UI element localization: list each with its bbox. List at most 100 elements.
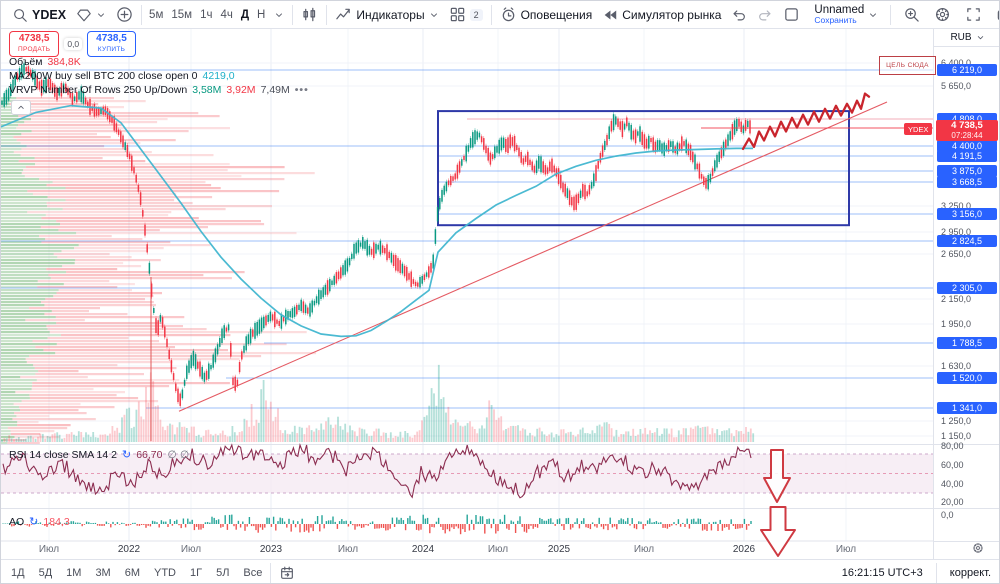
price-level-badge: 1 520,0 <box>937 372 997 384</box>
single-layout-icon <box>785 8 799 21</box>
range-button-YTD[interactable]: YTD <box>154 567 176 579</box>
currency-selector[interactable]: RUB <box>934 29 999 47</box>
price-level-badge: 3 156,0 <box>937 208 997 220</box>
ao-value: 184,3 <box>43 515 70 528</box>
toolbar-right-group: Unnamed Сохранить Торговать Опубликовать <box>778 3 999 27</box>
clock[interactable]: 16:21:15 UTC+3 <box>842 567 923 579</box>
chart-style-button[interactable] <box>296 3 323 27</box>
vrvp-legend[interactable]: VRVP Number Of Rows 250 Up/Down 3,58M 3,… <box>9 84 309 96</box>
ao-label: AO <box>9 515 25 528</box>
timeframe-button-Н[interactable]: Н <box>253 9 269 21</box>
symbol-search-button[interactable]: YDEX <box>7 3 71 27</box>
target-label-drawing[interactable]: ЦЕЛЬ СЮДА <box>879 56 936 75</box>
rsi-sync-icon[interactable]: ↻ <box>122 448 131 461</box>
last-price-symbol-tag: YDEX <box>904 123 933 135</box>
ma-legend[interactable]: MA200W buy sell BTC 200 close open 0 421… <box>9 70 235 82</box>
price-tick: 40,00 <box>941 479 964 489</box>
market-simulator-button[interactable]: Симулятор рынка <box>597 3 726 27</box>
range-button-Все[interactable]: Все <box>243 567 262 579</box>
range-button-3М[interactable]: 3М <box>95 567 110 579</box>
range-button-1Д[interactable]: 1Д <box>11 567 25 579</box>
buy-button[interactable]: 4738,5 КУПИТЬ <box>87 31 136 57</box>
axis-settings-gear-icon[interactable] <box>972 542 984 554</box>
range-button-5Д[interactable]: 5Д <box>39 567 53 579</box>
symbol-flag-button[interactable] <box>71 3 111 27</box>
simulator-label: Симулятор рынка <box>622 7 722 22</box>
time-axis[interactable]: Июл 2022 Июл 2023 Июл 2024 Июл 2025 Июл 2026 Июл <box>1 541 933 559</box>
rsi-label: RSI 14 close SMA 14 2 <box>9 448 117 461</box>
last-price-value: 4 738,5 <box>951 120 983 131</box>
price-tick: 5 650,0 <box>941 81 972 91</box>
range-button-6М[interactable]: 6М <box>125 567 140 579</box>
toolbar-separator <box>292 4 294 25</box>
layout-name-button[interactable]: Unnamed Сохранить <box>809 3 883 27</box>
plus-circle-icon <box>117 7 132 22</box>
ao-legend[interactable]: AO ↻ 184,3 <box>9 515 70 528</box>
time-label: Июл <box>487 544 509 555</box>
toolbar-separator <box>890 4 892 25</box>
price-axis[interactable]: RUB 4 738,5 07:28:44 6 400,0 5 650,0 3 250… <box>933 29 999 559</box>
layout-select-button[interactable] <box>778 3 805 27</box>
alarm-clock-icon <box>502 7 514 22</box>
time-label: 2024 <box>411 544 435 555</box>
pane-separator <box>934 508 999 509</box>
date-range-group: 1Д 5Д 1М 3М 6М YTD 1Г 5Л Все <box>11 567 262 579</box>
adjusted-data-toggle[interactable]: коррект. <box>950 567 991 579</box>
timeframe-button-15м[interactable]: 15м <box>167 9 196 21</box>
vrvp-up-value: 3,58M <box>192 84 222 96</box>
rewind-icon <box>604 10 617 19</box>
layout-name: Unnamed <box>814 3 865 16</box>
timeframe-button-1ч[interactable]: 1ч <box>196 9 216 21</box>
price-chart[interactable] <box>1 29 933 559</box>
range-button-1Г[interactable]: 1Г <box>190 567 202 579</box>
range-button-1М[interactable]: 1М <box>66 567 81 579</box>
bottom-toolbar: 1Д 5Д 1М 3М 6М YTD 1Г 5Л Все 16:21:15 UTC+3 корр… <box>1 559 999 583</box>
fullscreen-button[interactable] <box>960 3 987 27</box>
vrvp-label: VRVP Number Of Rows 250 Up/Down <box>9 84 188 96</box>
timeframe-button-5м[interactable]: 5м <box>145 9 167 21</box>
pane-separator <box>934 541 999 542</box>
quick-search-button[interactable] <box>898 3 925 27</box>
settings-button[interactable] <box>929 3 956 27</box>
bar-countdown: 07:28:44 <box>951 131 983 140</box>
volume-legend[interactable]: Объём 384,8K <box>9 56 81 68</box>
undo-button[interactable] <box>726 3 752 27</box>
go-to-date-calendar-icon[interactable] <box>279 565 295 581</box>
redo-button[interactable] <box>752 3 778 27</box>
chart-main-area: 4738,5 ПРОДАТЬ 0,0 4738,5 КУПИТЬ Объём 3… <box>1 29 999 559</box>
ma-value: 4219,0 <box>202 70 235 82</box>
rsi-legend[interactable]: RSI 14 close SMA 14 2 ↻ 66,70 ∅ ∅ <box>9 448 189 461</box>
timeframe-button-4ч[interactable]: 4ч <box>216 9 236 21</box>
timeframe-button-Д[interactable]: Д <box>237 9 253 21</box>
buy-price: 4738,5 <box>96 33 127 44</box>
volume-value: 384,8K <box>47 56 81 68</box>
indicators-button[interactable]: Индикаторы <box>330 3 443 27</box>
time-label: 2026 <box>732 544 756 555</box>
ma-label: MA200W buy sell BTC 200 close open 0 <box>9 70 198 82</box>
sell-button[interactable]: 4738,5 ПРОДАТЬ <box>9 31 60 57</box>
toolbar-separator <box>141 4 143 25</box>
redo-icon <box>759 9 771 20</box>
last-price-badge: 4 738,5 07:28:44 <box>936 120 998 141</box>
ao-sync-icon[interactable]: ↻ <box>29 515 38 528</box>
symbol-name: YDEX <box>32 7 67 22</box>
price-level-badge: 3 668,5 <box>937 176 997 188</box>
legend-more-button[interactable]: ••• <box>295 84 309 96</box>
candles-icon <box>303 7 316 22</box>
compare-button[interactable] <box>111 3 138 27</box>
time-label: Июл <box>38 544 60 555</box>
range-button-5Л[interactable]: 5Л <box>216 567 229 579</box>
timeframe-menu-button[interactable] <box>269 3 289 27</box>
save-layout-link[interactable]: Сохранить <box>814 15 856 25</box>
chevron-down-icon <box>98 12 105 17</box>
snapshot-button[interactable] <box>991 3 999 27</box>
sell-price: 4738,5 <box>18 33 50 44</box>
time-label: Июл <box>633 544 655 555</box>
price-tick: 2 150,0 <box>941 294 972 304</box>
volume-label: Объём <box>9 56 43 68</box>
price-tick: 1 150,0 <box>941 431 972 441</box>
collapse-legend-button[interactable] <box>11 100 31 115</box>
layout-templates-button[interactable]: 2 <box>444 3 488 27</box>
fullscreen-icon <box>967 8 981 21</box>
alerts-button[interactable]: Оповещения <box>495 3 598 27</box>
